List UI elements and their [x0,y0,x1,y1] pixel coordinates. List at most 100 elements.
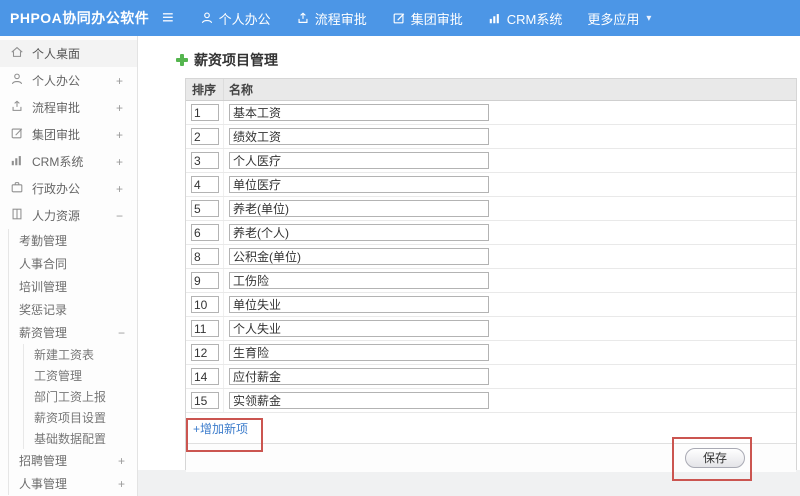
page-title: 薪资项目管理 [176,48,800,72]
topnav-label: 流程审批 [314,11,367,27]
name-input[interactable] [229,104,489,121]
order-input[interactable] [191,128,219,145]
sidebar-item-base-data-config[interactable]: 基础数据配置 [24,428,137,449]
name-input[interactable] [229,344,489,361]
caret-down-icon: ▾ [646,12,652,24]
order-input[interactable] [191,224,219,241]
table-row [186,341,796,365]
sidebar-item-salary-item-settings[interactable]: 薪资项目设置 [24,407,137,428]
name-input[interactable] [229,224,489,241]
content-panel: 薪资项目管理 排序 名称 1 基本工资 2 绩效工资 3 个人医疗 4 单位医疗… [138,36,800,481]
sidebar-item-attendance[interactable]: 考勤管理 [9,229,137,252]
sidebar-item-group-approval[interactable]: 集团审批 + [0,121,137,148]
topnav-group-approval[interactable]: 集团审批 [392,9,463,28]
table-row [186,149,796,173]
name-input[interactable] [229,368,489,385]
sidebar-item-label: CRM系统 [32,155,84,169]
expand-icon[interactable]: + [116,182,123,196]
user-icon [10,72,24,89]
order-input[interactable] [191,296,219,313]
name-input[interactable] [229,272,489,289]
name-input[interactable] [229,200,489,217]
sidebar-item-admin-office[interactable]: 行政办公 + [0,175,137,202]
order-input[interactable] [191,104,219,121]
sidebar-item-rewards[interactable]: 奖惩记录 [9,298,137,321]
main-area: 薪资项目管理 排序 名称 1 基本工资 2 绩效工资 3 个人医疗 4 单位医疗… [138,36,800,496]
column-header-order: 排序 [186,79,224,100]
topnav-crm[interactable]: CRM系统 [488,9,563,28]
table-row [186,125,796,149]
name-input[interactable] [229,152,489,169]
sidebar-item-personal-office[interactable]: 个人办公 + [0,67,137,94]
table-footer: 保存 [186,437,796,481]
order-input[interactable] [191,344,219,361]
expand-icon[interactable]: + [116,101,123,115]
menu-toggle-icon[interactable]: ≡ [162,8,174,28]
green-plus-icon [176,54,188,66]
order-input[interactable] [191,320,219,337]
sidebar-item-label: 个人办公 [32,74,81,88]
expand-icon[interactable]: + [116,74,123,88]
sidebar-item-dept-payroll-report[interactable]: 部门工资上报 [24,386,137,407]
expand-icon[interactable]: + [118,477,125,491]
sidebar-item-hr[interactable]: 人力资源 − [0,202,137,229]
topnav-more-apps[interactable]: 更多应用 ▾ [587,9,651,28]
top-navigation: 个人办公 流程审批 集团审批 CRM系统 更多应用 ▾ [200,9,651,28]
order-input[interactable] [191,152,219,169]
sidebar-item-hr-contract[interactable]: 人事合同 [9,252,137,275]
sidebar-item-desktop[interactable]: 个人桌面 [0,40,137,67]
bar-chart-icon [10,153,24,170]
sidebar-item-label: 行政办公 [32,182,81,196]
sidebar-salary-submenu: 新建工资表 工资管理 部门工资上报 薪资项目设置 基础数据配置 [23,344,137,449]
process-icon [296,11,310,25]
add-item-row: +增加新项 [186,413,796,452]
table-header: 排序 名称 [186,79,796,101]
name-input[interactable] [229,320,489,337]
table-row [186,317,796,341]
sidebar-item-training[interactable]: 培训管理 [9,275,137,298]
sidebar-item-salary-mgmt[interactable]: 薪资管理 − [9,321,137,344]
expand-icon[interactable]: + [116,155,123,169]
sidebar-item-recruitment[interactable]: 招聘管理 + [9,449,137,472]
topnav-process-approval[interactable]: 流程审批 [296,9,367,28]
sidebar-item-process-approval[interactable]: 流程审批 + [0,94,137,121]
table-row [186,245,796,269]
sidebar-item-new-payroll[interactable]: 新建工资表 [24,344,137,365]
order-input[interactable] [191,392,219,409]
order-input[interactable] [191,248,219,265]
briefcase-icon [10,180,24,197]
sidebar-item-label: 流程审批 [32,101,81,115]
sidebar-item-crm[interactable]: CRM系统 + [0,148,137,175]
order-input[interactable] [191,200,219,217]
expand-icon[interactable]: + [118,454,125,468]
topbar: PHPOA协同办公软件 ≡ 个人办公 流程审批 集团审批 CRM系统 更多应用 … [0,0,800,36]
bar-chart-icon [488,11,502,25]
name-input[interactable] [229,128,489,145]
page-bottom-area [138,470,800,496]
order-input[interactable] [191,272,219,289]
sidebar-item-payroll-mgmt[interactable]: 工资管理 [24,365,137,386]
name-input[interactable] [229,392,489,409]
add-new-item-link[interactable]: +增加新项 [193,420,248,437]
collapse-icon[interactable]: − [118,326,125,340]
sidebar-item-label: 集团审批 [32,128,81,142]
collapse-icon[interactable]: − [116,209,123,223]
order-input[interactable] [191,368,219,385]
sidebar-item-personnel-mgmt[interactable]: 人事管理 + [9,472,137,495]
topnav-label: 集团审批 [410,11,463,27]
expand-icon[interactable]: + [116,128,123,142]
edit-icon [10,126,24,143]
topnav-label: CRM系统 [506,11,563,27]
name-input[interactable] [229,248,489,265]
app-logo: PHPOA协同办公软件 [10,10,150,26]
name-input[interactable] [229,296,489,313]
topnav-personal-office[interactable]: 个人办公 [200,9,271,28]
name-input[interactable] [229,176,489,193]
hr-book-icon [10,207,24,224]
column-header-name: 名称 [229,83,254,97]
user-icon [200,11,214,25]
table-row [186,269,796,293]
salary-items-table: 排序 名称 1 基本工资 2 绩效工资 3 个人医疗 4 单位医疗 5 养老(单… [185,78,797,481]
order-input[interactable] [191,176,219,193]
save-button[interactable]: 保存 [685,448,745,468]
